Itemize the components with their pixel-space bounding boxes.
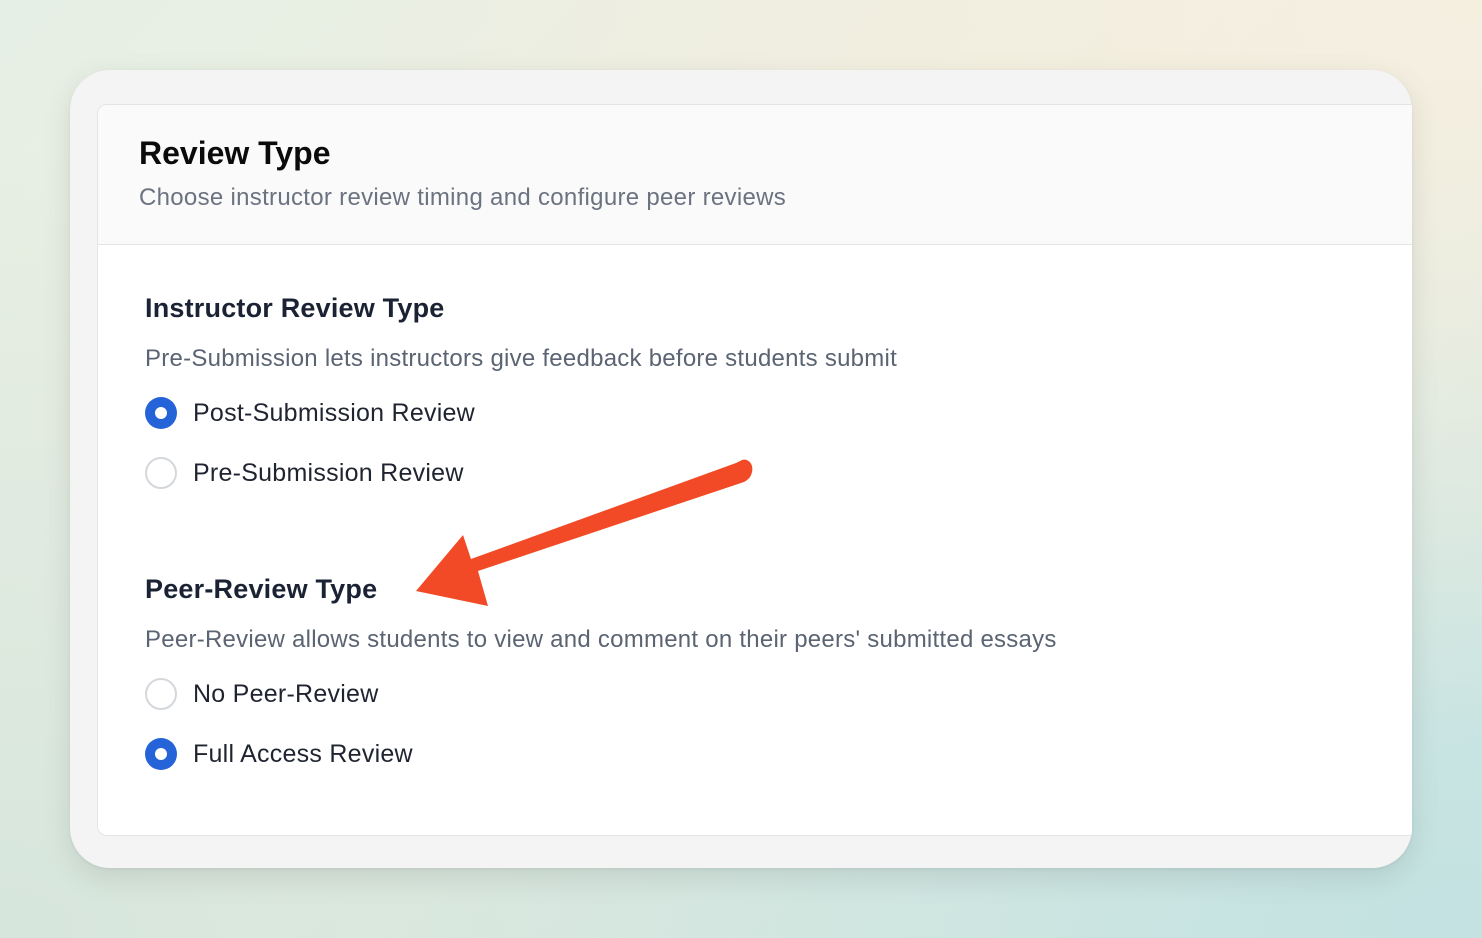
radio-button-post-submission[interactable]: [145, 397, 177, 429]
radio-option-full-access-review[interactable]: Full Access Review: [145, 736, 1057, 772]
card-header: Review Type Choose instructor review tim…: [98, 105, 1412, 245]
peer-review-options: No Peer-Review Full Access Review: [145, 676, 1057, 772]
window-frame: Review Type Choose instructor review tim…: [70, 70, 1412, 868]
radio-label-full-access-review[interactable]: Full Access Review: [193, 736, 413, 772]
radio-button-pre-submission[interactable]: [145, 457, 177, 489]
card-subtitle: Choose instructor review timing and conf…: [139, 184, 787, 211]
peer-review-section: Peer-Review Type Peer-Review allows stud…: [145, 570, 1057, 796]
radio-option-post-submission[interactable]: Post-Submission Review: [145, 395, 897, 431]
radio-label-post-submission[interactable]: Post-Submission Review: [193, 395, 475, 431]
radio-option-no-peer-review[interactable]: No Peer-Review: [145, 676, 1057, 712]
instructor-review-title: Instructor Review Type: [145, 293, 445, 323]
instructor-review-options: Post-Submission Review Pre-Submission Re…: [145, 395, 897, 491]
radio-label-pre-submission[interactable]: Pre-Submission Review: [193, 455, 464, 491]
instructor-review-description: Pre-Submission lets instructors give fee…: [145, 345, 898, 372]
card-title: Review Type: [139, 135, 331, 171]
peer-review-title: Peer-Review Type: [145, 574, 378, 604]
review-type-card: Review Type Choose instructor review tim…: [97, 104, 1412, 836]
radio-button-full-access-review[interactable]: [145, 738, 177, 770]
radio-label-no-peer-review[interactable]: No Peer-Review: [193, 676, 379, 712]
radio-option-pre-submission[interactable]: Pre-Submission Review: [145, 455, 897, 491]
peer-review-description: Peer-Review allows students to view and …: [145, 626, 1057, 653]
radio-button-no-peer-review[interactable]: [145, 678, 177, 710]
instructor-review-section: Instructor Review Type Pre-Submission le…: [145, 289, 897, 515]
